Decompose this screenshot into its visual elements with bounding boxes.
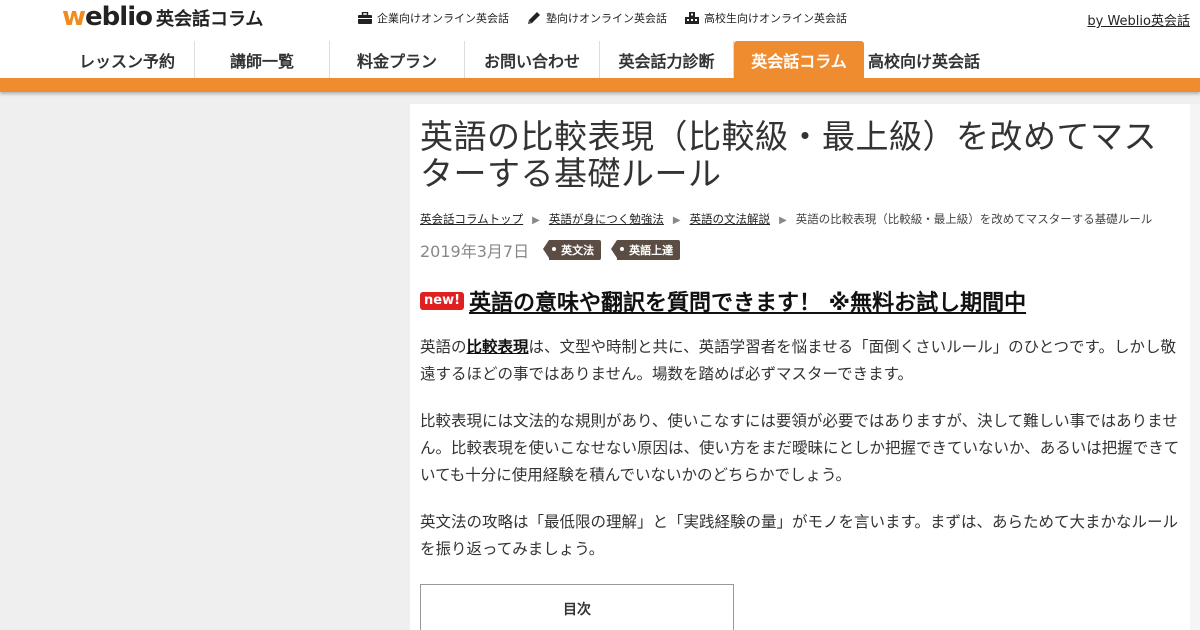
- breadcrumb-separator-icon: ▶: [532, 215, 540, 226]
- comparison-link[interactable]: 比較表現: [467, 338, 529, 356]
- breadcrumb-separator-icon: ▶: [779, 215, 787, 226]
- by-weblio-link[interactable]: by Weblio英会話: [1087, 10, 1190, 29]
- promo-banner: new! 英語の意味や翻訳を質問できます！ ※無料お試し期間中: [420, 285, 1180, 317]
- toplink-juku[interactable]: 塾向けオンライン英会話: [527, 10, 667, 26]
- tag-improvement[interactable]: 英語上達: [611, 240, 681, 260]
- tag-grammar[interactable]: 英文法: [543, 240, 602, 260]
- paragraph-strategy: 英文法の攻略は「最低限の理解」と「実践経験の量」がモノを言います。まずは、あらた…: [420, 513, 1178, 558]
- breadcrumb-item-top[interactable]: 英会話コラムトップ: [420, 212, 523, 226]
- main-nav: レッスン予約 講師一覧 料金プラン お問い合わせ 英会話力診断 英会話コラム 高…: [60, 41, 984, 78]
- site-header: w eblio 英会話コラム 企業向けオンライン英会話 塾向けオンライン英会話 …: [0, 0, 1200, 78]
- breadcrumb: 英会話コラムトップ ▶ 英語が身につく勉強法 ▶ 英語の文法解説 ▶ 英語の比較表現（比較級…: [420, 209, 1180, 231]
- new-badge: new!: [420, 292, 465, 310]
- para1-pre: 英語の: [420, 338, 467, 356]
- nav-teachers[interactable]: 講師一覧: [195, 41, 330, 78]
- article-title: 英語の比較表現（比較級・最上級）を改めてマスターする基礎ルール: [420, 117, 1157, 193]
- logo-eblio: eblio: [85, 2, 153, 32]
- breadcrumb-item-grammar[interactable]: 英語の文法解説: [690, 212, 771, 226]
- article-meta: 2019年3月7日 英文法 英語上達: [420, 239, 1180, 261]
- toplink-highschool-label: 高校生向けオンライン英会話: [704, 12, 847, 25]
- site-logo[interactable]: w eblio 英会話コラム: [62, 2, 263, 32]
- article-main: 英語の比較表現（比較級・最上級）を改めてマスターする基礎ルール 英会話コラムトッ…: [410, 104, 1190, 630]
- scrollbar[interactable]: [1190, 104, 1200, 630]
- nav-column[interactable]: 英会話コラム: [734, 41, 864, 78]
- breadcrumb-separator-icon: ▶: [672, 215, 681, 226]
- briefcase-icon: [358, 12, 372, 24]
- breadcrumb-item-study[interactable]: 英語が身につく勉強法: [549, 212, 664, 226]
- nav-lesson-booking[interactable]: レッスン予約: [60, 41, 195, 78]
- promo-link[interactable]: 英語の意味や翻訳を質問できます！ ※無料お試し期間中: [469, 285, 1026, 317]
- toplink-highschool[interactable]: 高校生向けオンライン英会話: [685, 10, 847, 26]
- table-of-contents: 目次: [420, 584, 734, 630]
- toc-title: 目次: [563, 602, 591, 618]
- toplink-business[interactable]: 企業向けオンライン英会話: [358, 10, 509, 26]
- toplink-business-label: 企業向けオンライン英会話: [377, 12, 509, 25]
- top-links: 企業向けオンライン英会話 塾向けオンライン英会話 高校生向けオンライン英会話: [358, 10, 865, 26]
- nav-pricing[interactable]: 料金プラン: [330, 41, 465, 78]
- logo-subtitle: 英会話コラム: [155, 9, 264, 30]
- logo-w: w: [62, 2, 86, 32]
- nav-diagnosis[interactable]: 英会話力診断: [600, 41, 734, 78]
- nav-contact[interactable]: お問い合わせ: [465, 41, 600, 78]
- pencil-icon: [528, 12, 540, 24]
- nav-highschool[interactable]: 高校向け英会話: [864, 41, 984, 78]
- breadcrumb-current: 英語の比較表現（比較級・最上級）を改めてマスターする基礎ルール: [795, 212, 1153, 226]
- school-icon: [685, 12, 699, 24]
- paragraph-rules: 比較表現には文法的な規則があり、使いこなすには要領が必要ではありますが、決して難…: [420, 412, 1180, 484]
- paragraph-intro: 英語の比較表現は、文型や時制と共に、英語学習者を悩ませる「面倒くさいルール」のひ…: [420, 334, 1180, 388]
- toplink-juku-label: 塾向けオンライン英会話: [546, 12, 667, 25]
- nav-underline-bar: [0, 78, 1200, 92]
- publish-date: 2019年3月7日: [420, 242, 530, 261]
- para1-post: は、文型や時制と共に、英語学習者を悩ませる「面倒くさいルール」のひとつです。しか…: [420, 338, 1176, 383]
